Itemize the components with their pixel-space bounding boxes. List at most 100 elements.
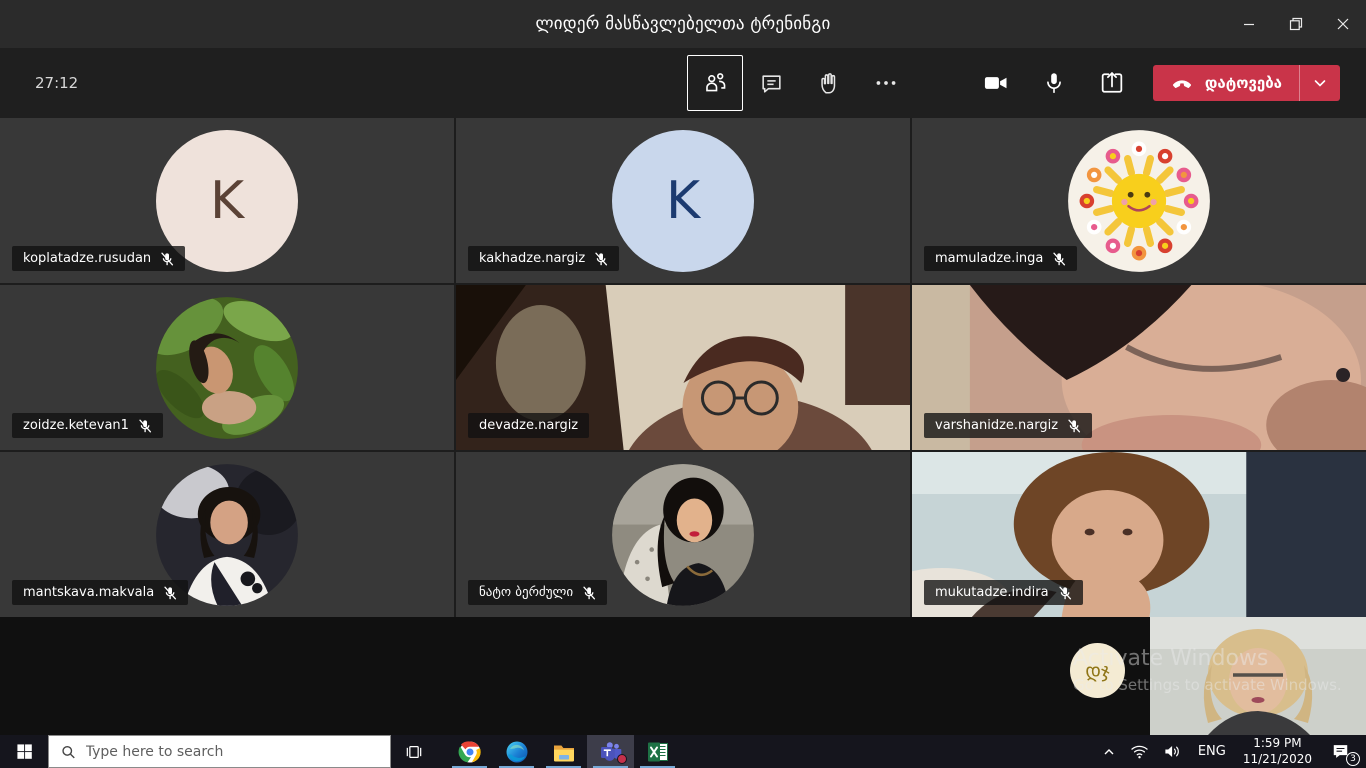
edge-icon bbox=[505, 740, 529, 764]
participant-name-label: mukutadze.indira bbox=[924, 580, 1083, 605]
windows-logo-icon bbox=[16, 743, 33, 760]
clock-date: 11/21/2020 bbox=[1243, 752, 1312, 768]
participant-name-label: kakhadze.nargiz bbox=[468, 246, 619, 271]
participant-tile[interactable]: varshanidze.nargiz bbox=[912, 285, 1366, 450]
mic-muted-icon bbox=[582, 586, 596, 600]
share-screen-button[interactable] bbox=[1083, 48, 1141, 118]
initials-avatar: K bbox=[612, 130, 754, 272]
camera-icon bbox=[982, 69, 1010, 97]
mic-muted-icon bbox=[163, 586, 177, 600]
leave-button[interactable]: დატოვება bbox=[1153, 65, 1299, 101]
hidden-icons-button[interactable] bbox=[1095, 735, 1123, 768]
participant-name: zoidze.ketevan1 bbox=[23, 418, 129, 433]
participant-name: mukutadze.indira bbox=[935, 585, 1049, 600]
excel-icon bbox=[646, 740, 670, 764]
participant-name-label: ნატო ბერძული bbox=[468, 580, 607, 605]
search-icon bbox=[61, 744, 76, 760]
language-indicator[interactable]: ENG bbox=[1189, 744, 1235, 759]
participant-tile[interactable]: ნატო ბერძული bbox=[456, 452, 910, 617]
mic-muted-icon bbox=[160, 252, 174, 266]
mic-muted-icon bbox=[1058, 586, 1072, 600]
camera-button[interactable] bbox=[967, 48, 1025, 118]
teams-notification-dot bbox=[617, 754, 627, 764]
participant-tile[interactable]: K kakhadze.nargiz bbox=[456, 118, 910, 283]
avatar-initial: K bbox=[666, 171, 700, 231]
participant-name-label: mamuladze.inga bbox=[924, 246, 1077, 271]
participant-tile[interactable]: zoidze.ketevan1 bbox=[0, 285, 454, 450]
raise-hand-icon bbox=[816, 70, 842, 96]
participant-tile[interactable]: devadze.nargiz bbox=[456, 285, 910, 450]
page-title: ლიდერ მასწავლებელთა ტრენინგი bbox=[0, 14, 1366, 34]
share-screen-icon bbox=[1098, 69, 1126, 97]
call-timer: 27:12 bbox=[35, 48, 78, 118]
participant-name-label: varshanidze.nargiz bbox=[924, 413, 1092, 438]
participant-tile[interactable]: mamuladze.inga bbox=[912, 118, 1366, 283]
participant-name: devadze.nargiz bbox=[479, 418, 578, 433]
taskbar-app-edge[interactable] bbox=[493, 735, 540, 768]
toolbar-center-controls bbox=[687, 48, 914, 118]
photo-avatar bbox=[610, 462, 756, 608]
participants-button[interactable] bbox=[687, 55, 743, 111]
mic-muted-icon bbox=[1052, 252, 1066, 266]
overflow-participant-avatar[interactable]: დჯ bbox=[1070, 643, 1125, 698]
close-button[interactable] bbox=[1319, 0, 1366, 48]
participant-tile[interactable]: mantskava.makvala bbox=[0, 452, 454, 617]
start-button[interactable] bbox=[0, 735, 48, 768]
avatar-initial: K bbox=[210, 171, 244, 231]
taskbar-app-excel[interactable] bbox=[634, 735, 681, 768]
taskbar-app-chrome[interactable] bbox=[446, 735, 493, 768]
windows-taskbar: ENG 1:59 PM 11/21/2020 3 bbox=[0, 735, 1366, 768]
participant-name: ნატო ბერძული bbox=[479, 585, 573, 600]
participant-grid: K koplatadze.rusudan K kakhadze.nargiz bbox=[0, 118, 1366, 617]
leave-label: დატოვება bbox=[1205, 74, 1282, 92]
participant-name: varshanidze.nargiz bbox=[935, 418, 1058, 433]
chat-button[interactable] bbox=[743, 48, 800, 118]
taskbar-app-teams[interactable] bbox=[587, 735, 634, 768]
notification-count-badge: 3 bbox=[1346, 752, 1360, 766]
mic-icon bbox=[1041, 70, 1067, 96]
toolbar-right-controls: დატოვება bbox=[967, 48, 1340, 118]
taskbar-clock[interactable]: 1:59 PM 11/21/2020 bbox=[1235, 736, 1320, 767]
chrome-icon bbox=[458, 740, 482, 764]
speaker-icon bbox=[1163, 743, 1182, 760]
taskbar-app-file-explorer[interactable] bbox=[540, 735, 587, 768]
participant-tile[interactable]: mukutadze.indira bbox=[912, 452, 1366, 617]
volume-button[interactable] bbox=[1156, 735, 1189, 768]
avatar-initials: დჯ bbox=[1085, 660, 1109, 682]
task-view-icon bbox=[404, 742, 424, 762]
restore-button[interactable] bbox=[1272, 0, 1319, 48]
minimize-button[interactable] bbox=[1225, 0, 1272, 48]
video-frame bbox=[1150, 617, 1366, 735]
mic-muted-icon bbox=[1067, 419, 1081, 433]
more-options-button[interactable] bbox=[857, 48, 914, 118]
search-input[interactable] bbox=[86, 744, 378, 760]
action-center-button[interactable]: 3 bbox=[1320, 735, 1360, 768]
minimize-icon bbox=[1239, 14, 1259, 34]
task-view-button[interactable] bbox=[391, 735, 437, 768]
participant-name-label: koplatadze.rusudan bbox=[12, 246, 185, 271]
taskbar-apps bbox=[446, 735, 681, 768]
leave-options-button[interactable] bbox=[1300, 65, 1340, 101]
raise-hand-button[interactable] bbox=[800, 48, 857, 118]
leave-button-group: დატოვება bbox=[1153, 65, 1340, 101]
chat-icon bbox=[759, 71, 784, 96]
clock-time: 1:59 PM bbox=[1243, 736, 1312, 752]
self-view-video[interactable] bbox=[1150, 617, 1366, 735]
system-tray: ENG 1:59 PM 11/21/2020 3 bbox=[1095, 735, 1366, 768]
mic-button[interactable] bbox=[1025, 48, 1083, 118]
network-button[interactable] bbox=[1123, 735, 1156, 768]
photo-avatar bbox=[154, 295, 300, 441]
participant-name: mantskava.makvala bbox=[23, 585, 154, 600]
mic-muted-icon bbox=[594, 252, 608, 266]
participant-name-label: zoidze.ketevan1 bbox=[12, 413, 163, 438]
chevron-down-icon bbox=[1312, 75, 1328, 91]
wifi-icon bbox=[1130, 743, 1149, 760]
hang-up-icon bbox=[1170, 71, 1194, 95]
participant-name: kakhadze.nargiz bbox=[479, 251, 585, 266]
meeting-toolbar: 27:12 bbox=[0, 48, 1366, 118]
participants-icon bbox=[702, 70, 728, 96]
chevron-up-icon bbox=[1102, 745, 1116, 759]
mic-muted-icon bbox=[138, 419, 152, 433]
participant-tile[interactable]: K koplatadze.rusudan bbox=[0, 118, 454, 283]
participant-name-label: devadze.nargiz bbox=[468, 413, 589, 438]
